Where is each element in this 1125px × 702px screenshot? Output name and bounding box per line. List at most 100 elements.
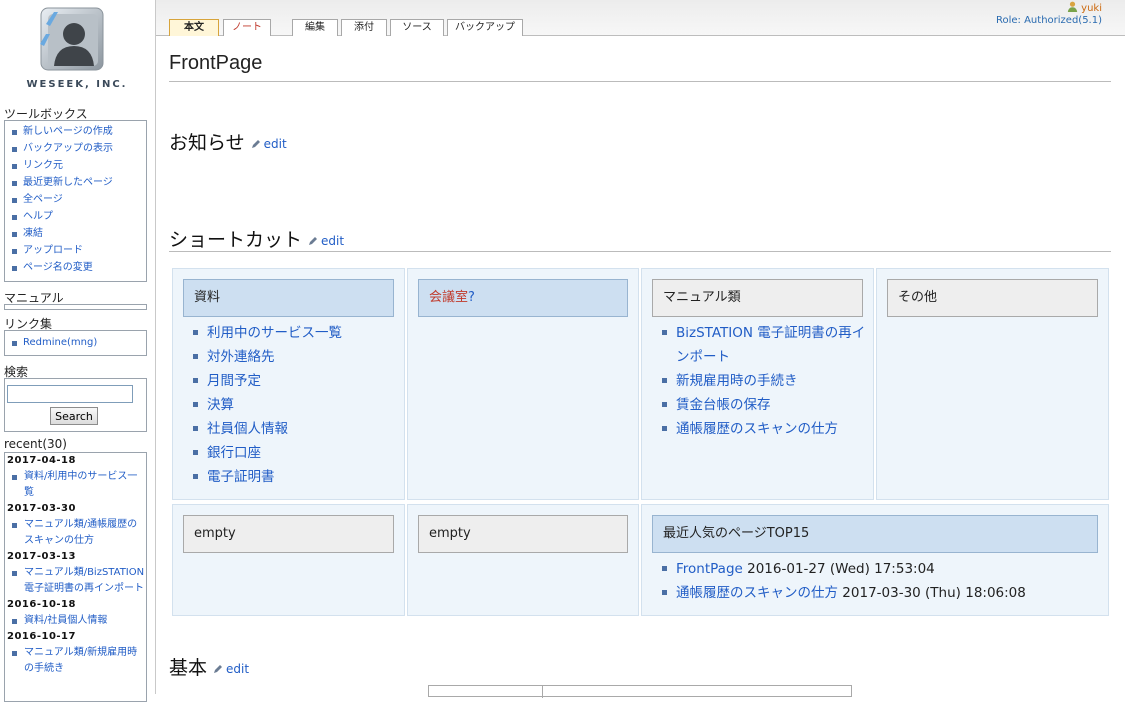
manual-item[interactable]: 新規雇用時の手続き	[662, 369, 867, 393]
manual-item[interactable]: 賃金台帳の保存	[662, 393, 867, 417]
shiryo-item[interactable]: 月間予定	[193, 369, 342, 393]
recent-date: 2017-03-13	[7, 551, 76, 562]
links-box: Redmine(mng)	[4, 330, 147, 356]
popular-item-meta: 2017-03-30 (Thu) 18:06:08	[842, 585, 1026, 601]
shortcut-divider	[169, 251, 1111, 252]
pencil-icon	[214, 665, 223, 673]
edit-label: edit	[263, 137, 287, 151]
shortcut-cell-empty-2: empty	[407, 504, 639, 616]
shiryo-item[interactable]: 決算	[193, 393, 342, 417]
popular-item-meta: 2016-01-27 (Wed) 17:53:04	[747, 561, 935, 577]
shiryo-list: 利用中のサービス一覧 対外連絡先 月間予定 決算 社員個人情報 銀行口座 電子証…	[193, 321, 342, 489]
toolbox-item-all-pages[interactable]: 全ページ	[12, 191, 146, 208]
logo-text: WESEEK, INC.	[26, 79, 128, 90]
manual-header: マニュアル類	[652, 279, 863, 317]
edit-label: edit	[226, 662, 250, 676]
shortcut-cell-other: その他	[876, 268, 1109, 500]
tab-attach[interactable]: 添付	[341, 19, 387, 36]
popular-header: 最近人気のページTOP15	[652, 515, 1098, 553]
toolbox-box: 新しいページの作成 バックアップの表示 リンク元 最近更新したページ 全ページ …	[4, 120, 147, 282]
shortcut-edit-link[interactable]: edit	[308, 234, 344, 248]
basic-table	[428, 685, 852, 698]
shiryo-item[interactable]: 社員個人情報	[193, 417, 342, 441]
weseek-logo[interactable]: WESEEK, INC.	[22, 4, 132, 92]
toolbox-list: 新しいページの作成 バックアップの表示 リンク元 最近更新したページ 全ページ …	[5, 121, 146, 278]
sidebar: WESEEK, INC. ツールボックス 新しいページの作成 バックアップの表示…	[0, 0, 155, 702]
recent-date: 2016-10-18	[7, 599, 76, 610]
kaigishitsu-create-link[interactable]: ?	[468, 290, 475, 305]
shiryo-item[interactable]: 利用中のサービス一覧	[193, 321, 342, 345]
popular-item: 通帳履歴のスキャンの仕方 2017-03-30 (Thu) 18:06:08	[662, 581, 1026, 605]
toolbox-item-new-page[interactable]: 新しいページの作成	[12, 123, 146, 140]
title-divider	[169, 81, 1111, 82]
manual-item[interactable]: BizSTATION 電子証明書の再インポート	[662, 321, 867, 369]
tab-body[interactable]: 本文	[169, 19, 219, 36]
shiryo-item[interactable]: 対外連絡先	[193, 345, 342, 369]
toolbox-item-rename[interactable]: ページ名の変更	[12, 259, 146, 276]
section-notice-heading: お知らせ edit	[169, 128, 287, 155]
search-box: Search	[4, 378, 147, 432]
tab-edit[interactable]: 編集	[292, 19, 338, 36]
edit-label: edit	[321, 234, 345, 248]
user-role: Role: Authorized(5.1)	[996, 15, 1102, 26]
user-icon	[1067, 1, 1078, 12]
shortcut-cell-kaigishitsu: 会議室?	[407, 268, 639, 500]
toolbox-item-recent-changes[interactable]: 最近更新したページ	[12, 174, 146, 191]
recent-item[interactable]: 資料/利用中のサービス一覧	[5, 469, 146, 501]
pencil-icon	[251, 140, 260, 148]
popular-list: FrontPage 2016-01-27 (Wed) 17:53:04 通帳履歴…	[662, 557, 1026, 605]
user-area: yuki Role: Authorized(5.1)	[996, 1, 1102, 27]
shortcut-cell-manual: マニュアル類 BizSTATION 電子証明書の再インポート 新規雇用時の手続き…	[641, 268, 874, 500]
toolbox-item-freeze[interactable]: 凍結	[12, 225, 146, 242]
popular-item: FrontPage 2016-01-27 (Wed) 17:53:04	[662, 557, 1026, 581]
manual-list: BizSTATION 電子証明書の再インポート 新規雇用時の手続き 賃金台帳の保…	[662, 321, 867, 441]
kaigishitsu-link[interactable]: 会議室	[429, 290, 468, 305]
recent-box: 2017-04-18 資料/利用中のサービス一覧 2017-03-30 マニュア…	[4, 452, 147, 702]
section-shortcut-title: ショートカット	[169, 229, 303, 251]
shortcut-cell-empty-1: empty	[172, 504, 405, 616]
toolbox-item-upload[interactable]: アップロード	[12, 242, 146, 259]
toolbox-item-help[interactable]: ヘルプ	[12, 208, 146, 225]
shortcut-cell-popular: 最近人気のページTOP15 FrontPage 2016-01-27 (Wed)…	[641, 504, 1109, 616]
user-name-link[interactable]: yuki	[1081, 3, 1102, 14]
search-button[interactable]: Search	[50, 407, 98, 425]
recent-date: 2017-03-30	[7, 503, 76, 514]
links-list: Redmine(mng)	[5, 331, 146, 353]
tab-source[interactable]: ソース	[390, 19, 444, 36]
shiryo-item[interactable]: 電子証明書	[193, 465, 342, 489]
shiryo-item[interactable]: 銀行口座	[193, 441, 342, 465]
link-redmine[interactable]: Redmine(mng)	[12, 334, 146, 351]
recent-item[interactable]: マニュアル類/新規雇用時の手続き	[5, 645, 146, 677]
recent-date: 2016-10-17	[7, 631, 76, 642]
pencil-icon	[309, 237, 318, 245]
section-basic-title: 基本	[169, 657, 208, 679]
shiryo-header[interactable]: 資料	[183, 279, 394, 317]
recent-item[interactable]: マニュアル類/BizSTATION 電子証明書の再インポート	[5, 565, 146, 597]
empty-header: empty	[418, 515, 628, 553]
popular-item-link[interactable]: 通帳履歴のスキャンの仕方	[676, 585, 838, 601]
section-notice-title: お知らせ	[169, 132, 245, 154]
notice-edit-link[interactable]: edit	[251, 137, 287, 151]
basic-edit-link[interactable]: edit	[213, 662, 249, 676]
manual-item[interactable]: 通帳履歴のスキャンの仕方	[662, 417, 867, 441]
main-content: 本文 ノート 編集 添付 ソース バックアップ yuki Role: Autho…	[155, 0, 1125, 698]
section-basic-heading: 基本 edit	[169, 653, 249, 680]
section-shortcut-heading: ショートカット edit	[169, 225, 344, 252]
shortcut-cell-shiryo: 資料 利用中のサービス一覧 対外連絡先 月間予定 決算 社員個人情報 銀行口座 …	[172, 268, 405, 500]
recent-date: 2017-04-18	[7, 455, 76, 466]
table-column-divider	[542, 686, 543, 698]
recent-item[interactable]: 資料/社員個人情報	[5, 613, 146, 629]
popular-item-link[interactable]: FrontPage	[676, 561, 743, 577]
manual-box	[4, 304, 147, 310]
recent-item[interactable]: マニュアル類/通帳履歴のスキャンの仕方	[5, 517, 146, 549]
toolbox-item-backlinks[interactable]: リンク元	[12, 157, 146, 174]
toolbox-item-backup[interactable]: バックアップの表示	[12, 140, 146, 157]
empty-header: empty	[183, 515, 394, 553]
other-header: その他	[887, 279, 1098, 317]
page-title: FrontPage	[169, 52, 263, 74]
search-input[interactable]	[7, 385, 133, 403]
recent-title: recent(30)	[4, 437, 67, 451]
tab-backup[interactable]: バックアップ	[447, 19, 523, 36]
tab-note[interactable]: ノート	[223, 19, 271, 36]
kaigishitsu-header: 会議室?	[418, 279, 628, 317]
